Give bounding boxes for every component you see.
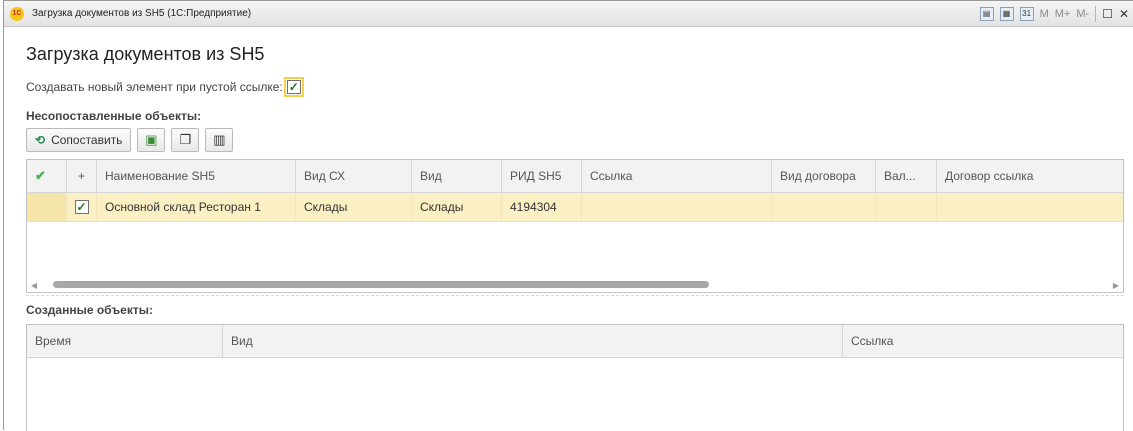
splitter[interactable] [26,295,1124,296]
column-header-ref[interactable]: Ссылка [582,160,772,192]
memory-button[interactable]: M [1040,8,1049,20]
row-name[interactable]: Основной склад Ресторан 1 [97,193,296,221]
column-header-currency[interactable]: Вал... [876,160,937,192]
created-table-header: Время Вид Ссылка [27,325,1123,358]
columns-icon: ▥ [213,132,226,147]
memory-plus-button[interactable]: M+ [1055,8,1071,20]
close-icon[interactable]: ✕ [1119,7,1129,21]
column-header-link[interactable]: Ссылка [843,325,1123,357]
refresh-icon: ⟲ [35,133,46,147]
scroll-left-icon[interactable]: ◀ [27,281,41,290]
horizontal-scrollbar[interactable]: ◀ ▶ [27,278,1123,292]
created-table: Время Вид Ссылка [26,324,1124,431]
create-new-checkbox[interactable]: ✓ [283,77,304,97]
column-header-contract-ref[interactable]: Договор ссылка [937,160,1123,192]
column-header-name[interactable]: Наименование SH5 [97,160,296,192]
unmatched-label: Несопоставленные объекты: [26,109,202,123]
title-separator [1095,5,1097,22]
unmatched-table-header: ✔ + Наименование SH5 Вид СХ Вид РИД SH5 … [27,160,1123,193]
match-button[interactable]: ⟲ Сопоставить [26,128,132,152]
row-checkbox-cell[interactable]: ✓ [67,193,97,221]
unmatched-toolbar: ⟲ Сопоставить ▣ ❐ ▥ [26,128,234,152]
create-new-row: Создавать новый элемент при пустой ссылк… [26,77,304,97]
maximize-icon[interactable]: ☐ [1102,7,1113,21]
scroll-thumb[interactable] [53,281,709,288]
title-tools: ▤ ▦ 31 M M+ M- ☐ ✕ [979,1,1133,26]
row-contract-type[interactable] [772,193,876,221]
select-all-button[interactable]: ▣ [137,128,166,152]
print-icon[interactable]: ▤ [979,6,994,21]
window-title: Загрузка документов из SH5 (1С:Предприят… [32,8,252,19]
form-title: Загрузка документов из SH5 [26,44,265,64]
column-header-time[interactable]: Время [27,325,223,357]
created-label: Созданные объекты: [26,303,153,317]
row-currency[interactable] [876,193,937,221]
column-header-mark[interactable]: ✔ [27,160,67,192]
scroll-right-icon[interactable]: ▶ [1109,281,1123,290]
1c-logo-icon: 1С [10,6,24,21]
column-header-vid-sx[interactable]: Вид СХ [296,160,412,192]
column-header-contract-type[interactable]: Вид договора [772,160,876,192]
create-new-label: Создавать новый элемент при пустой ссылк… [26,80,283,94]
row-vid-sx[interactable]: Склады [296,193,412,221]
row-vid[interactable]: Склады [412,193,502,221]
calendar-icon[interactable]: 31 [1019,6,1034,21]
match-button-label: Сопоставить [51,133,123,147]
app-window: 1С Загрузка документов из SH5 (1С:Предпр… [3,0,1133,431]
column-header-kind[interactable]: Вид [223,325,843,357]
row-checkbox[interactable]: ✓ [74,200,89,214]
copy-icon: ❐ [179,132,192,147]
table-row[interactable]: ✓ Основной склад Ресторан 1 Склады Склад… [27,193,1123,222]
calculator-icon[interactable]: ▦ [999,6,1014,21]
copy-button[interactable]: ❐ [171,128,200,152]
column-header-plus[interactable]: + [67,160,97,192]
check-all-icon: ▣ [145,132,158,147]
column-header-rid[interactable]: РИД SH5 [502,160,582,192]
title-bar: 1С Загрузка документов из SH5 (1С:Предпр… [4,1,1133,27]
settings-button[interactable]: ▥ [205,128,234,152]
row-ref[interactable] [582,193,772,221]
row-contract-ref[interactable] [937,193,1123,221]
column-header-vid[interactable]: Вид [412,160,502,192]
scroll-track[interactable] [41,281,1109,289]
row-rid[interactable]: 4194304 [502,193,582,221]
check-mark-icon: ✔ [35,168,46,183]
memory-minus-button[interactable]: M- [1076,8,1089,20]
row-mark-cell[interactable] [27,193,67,221]
unmatched-table: ✔ + Наименование SH5 Вид СХ Вид РИД SH5 … [26,159,1124,293]
